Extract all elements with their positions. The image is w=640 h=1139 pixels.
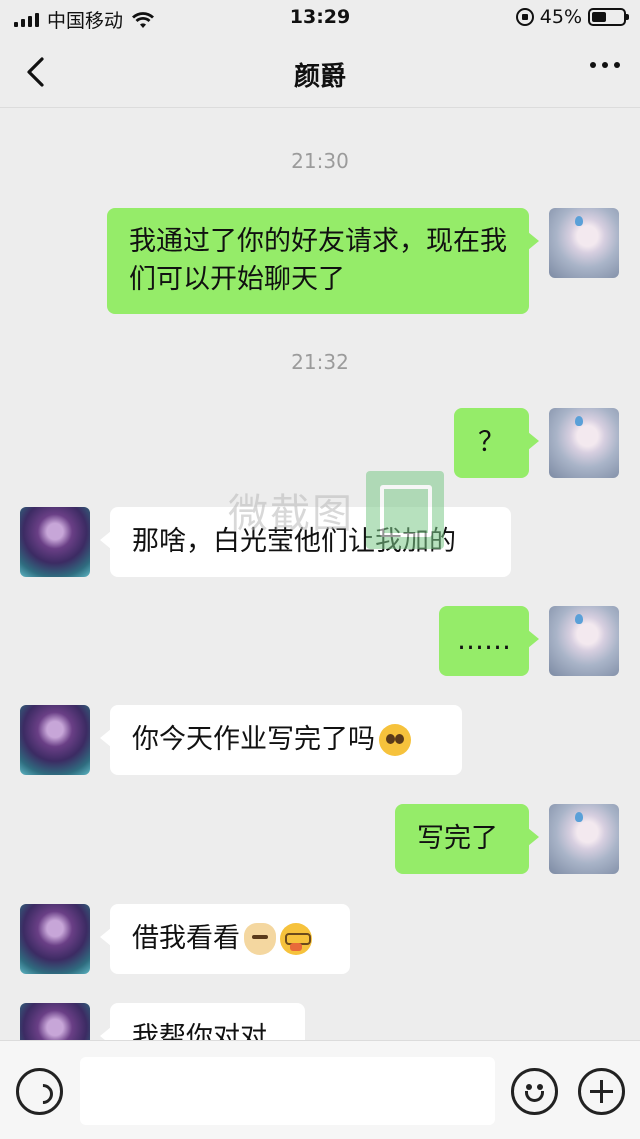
message-bubble-other[interactable]: 我帮你对对 [100,1003,305,1040]
contact-avatar[interactable] [20,904,90,974]
message-text: 我帮你对对 [132,1022,267,1040]
watermark-text: 微截图 [228,491,354,537]
doge-emoji [244,923,276,955]
message-bubble-me[interactable]: …… [439,606,539,676]
more-dots-icon[interactable] [590,62,620,68]
message-text: 借我看看 [132,923,240,954]
input-bar [0,1040,640,1139]
voice-icon[interactable] [16,1068,63,1115]
message-input[interactable] [80,1057,495,1125]
my-avatar[interactable] [549,408,619,478]
message-bubble-other[interactable]: 你今天作业写完了吗 [100,705,462,775]
battery-percent: 45% [539,6,582,28]
status-right: 45% [515,6,629,28]
battery-icon [588,8,629,26]
message-text: 写完了 [417,823,498,854]
message-bubble-me[interactable]: 我通过了你的好友请求，现在我们可以开始聊天了 [107,208,539,314]
timestamp: 21:30 [291,149,349,173]
nerd-face-emoji [280,923,312,955]
message-bubble-me[interactable]: 写完了 [395,804,539,874]
pleading-face-emoji [379,724,411,756]
watermark-image-icon [366,471,444,549]
rotation-lock-icon [515,8,534,26]
message-bubble-me[interactable]: ？ [454,408,539,478]
my-avatar[interactable] [549,208,619,278]
message-text: ？ [478,427,505,458]
message-bubble-other[interactable]: 借我看看 [100,904,350,974]
chat-area[interactable]: 21:30 我通过了你的好友请求，现在我们可以开始聊天了 21:32 ？ 那啥，… [0,109,640,1040]
contact-avatar[interactable] [20,705,90,775]
message-text: 你今天作业写完了吗 [132,724,375,755]
my-avatar[interactable] [549,804,619,874]
watermark: 微截图 [228,471,444,549]
message-text: 我通过了你的好友请求，现在我们可以开始聊天了 [129,226,507,295]
chat-header: 颜爵 [0,36,640,108]
emoji-icon[interactable] [511,1068,558,1115]
contact-avatar[interactable] [20,1003,90,1040]
contact-avatar[interactable] [20,507,90,577]
plus-icon[interactable] [578,1068,625,1115]
chat-title: 颜爵 [293,62,346,92]
message-text: …… [457,625,511,656]
timestamp: 21:32 [291,350,349,374]
my-avatar[interactable] [549,606,619,676]
status-bar: 中国移动 13:29 45% [0,0,640,36]
